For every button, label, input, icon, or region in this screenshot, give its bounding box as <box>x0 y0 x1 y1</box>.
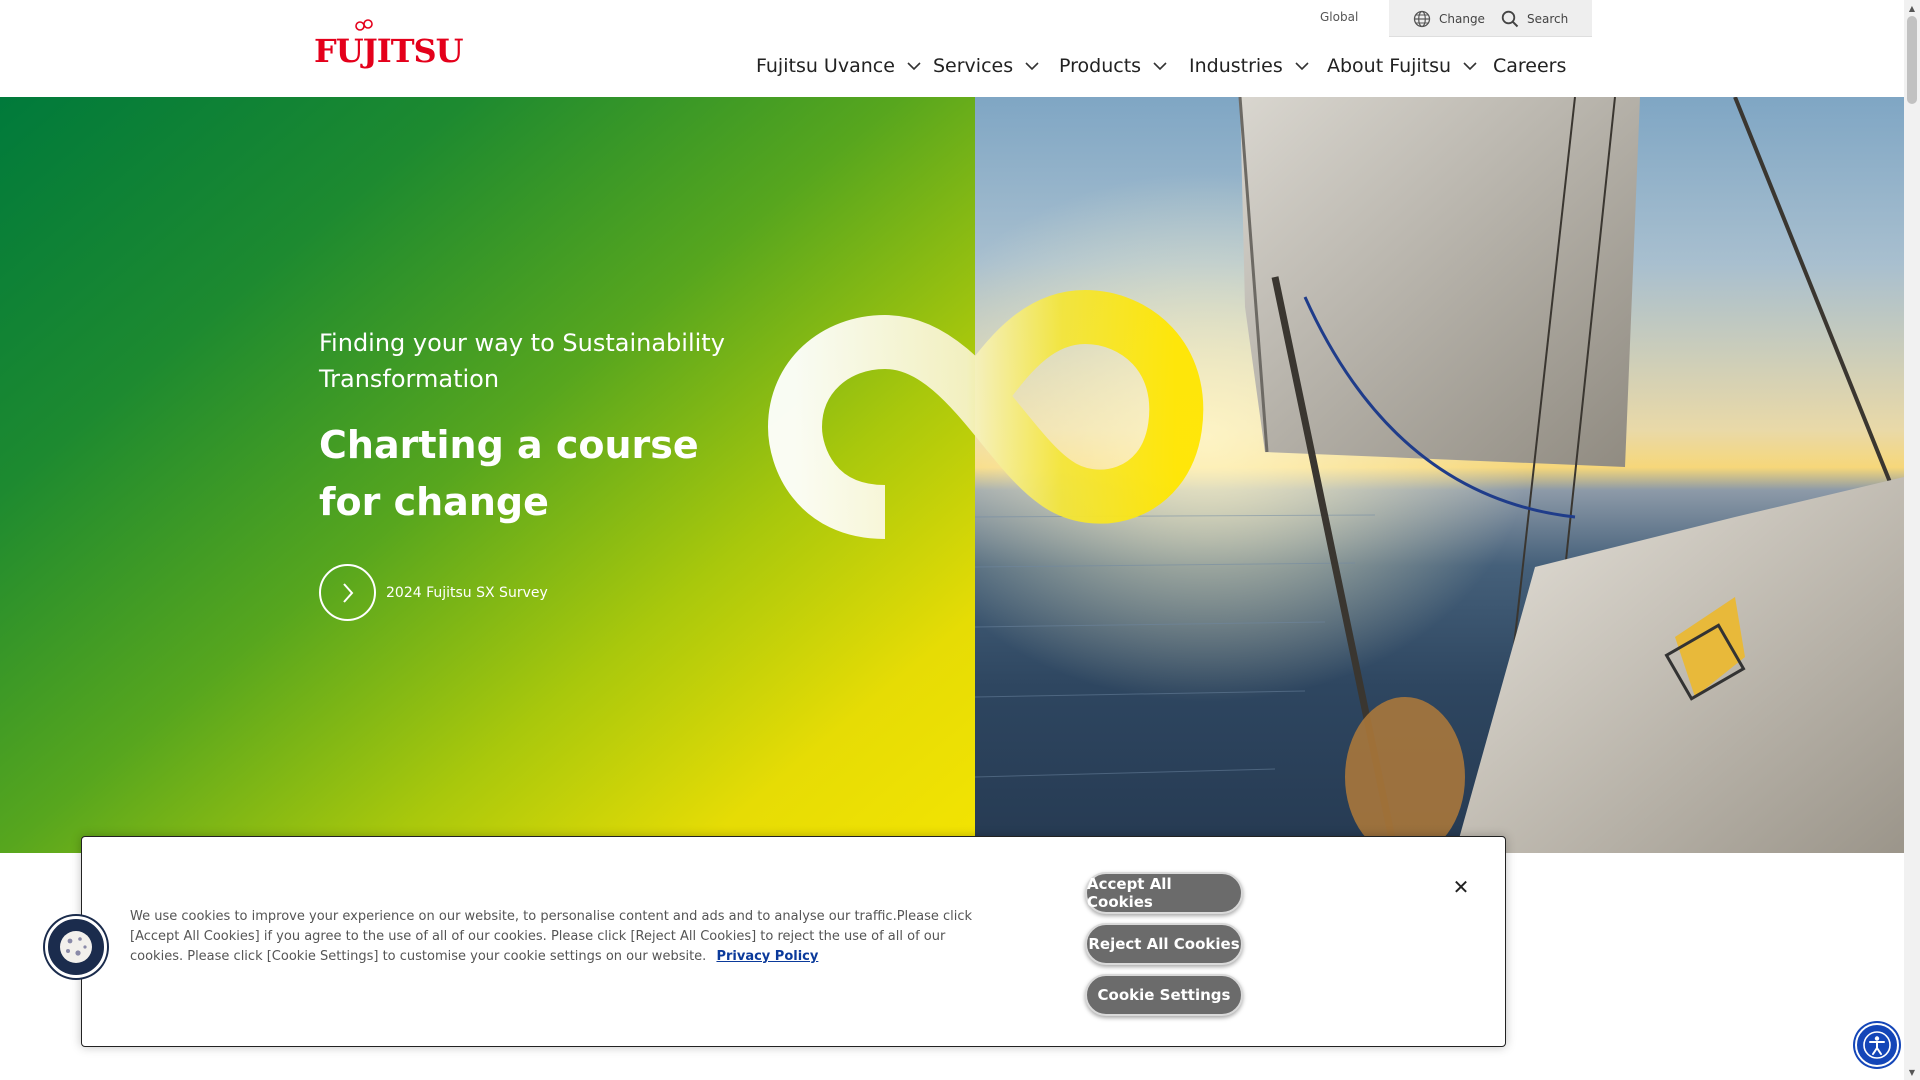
search-icon <box>1501 10 1519 28</box>
change-label: Change <box>1439 12 1485 26</box>
nav-item-about-fujitsu[interactable]: About Fujitsu <box>1327 55 1477 77</box>
scroll-down-icon[interactable]: ▼ <box>1904 1064 1920 1080</box>
chevron-down-icon <box>1153 61 1167 70</box>
reject-all-cookies-button[interactable]: Reject All Cookies <box>1085 923 1243 965</box>
change-region-button[interactable]: Change <box>1413 10 1485 28</box>
page-scrollbar[interactable]: ▲ ▼ <box>1904 0 1920 1080</box>
chevron-down-icon <box>1463 61 1477 70</box>
search-button[interactable]: Search <box>1501 10 1568 28</box>
nav-item-industries[interactable]: Industries <box>1189 55 1309 77</box>
cookie-banner: We use cookies to improve your experienc… <box>81 836 1506 1047</box>
region-label: Global <box>1320 10 1359 24</box>
search-label: Search <box>1527 12 1569 26</box>
sx-survey-link[interactable]: 2024 Fujitsu SX Survey <box>319 564 548 621</box>
hero-headline: Charting a course for change <box>319 423 699 524</box>
accessibility-icon <box>1863 1031 1891 1059</box>
accessibility-button[interactable] <box>1855 1023 1899 1067</box>
utility-bar: Change Search <box>1389 0 1592 37</box>
nav-item-products[interactable]: Products <box>1059 55 1167 77</box>
chevron-down-icon <box>1025 61 1039 70</box>
cookie-notice-text: We use cookies to improve your experienc… <box>130 907 990 967</box>
scroll-up-icon[interactable]: ▲ <box>1904 0 1920 16</box>
chevron-down-icon <box>1295 61 1309 70</box>
logo-text: FUJITSU <box>314 32 464 70</box>
cookie-icon <box>60 931 92 963</box>
nav-item-label: About Fujitsu <box>1327 55 1452 77</box>
nav-item-label: Products <box>1059 55 1142 77</box>
cookie-settings-button[interactable]: Cookie Settings <box>1085 974 1243 1016</box>
cta-label: 2024 Fujitsu SX Survey <box>386 584 548 601</box>
cookie-message: We use cookies to improve your experienc… <box>130 909 973 964</box>
nav-item-label: Industries <box>1189 55 1283 77</box>
chevron-down-icon <box>907 61 921 70</box>
accept-all-cookies-button[interactable]: Accept All Cookies <box>1085 872 1243 914</box>
nav-item-label: Services <box>933 55 1014 77</box>
privacy-policy-link[interactable]: Privacy Policy <box>716 949 818 964</box>
logo-infinity-mark <box>355 19 373 31</box>
nav-item-services[interactable]: Services <box>933 55 1039 77</box>
hero-subtitle: Finding your way to Sustainability Trans… <box>319 329 725 393</box>
cta-circle <box>319 564 376 621</box>
cookie-preferences-button[interactable] <box>45 916 107 978</box>
scroll-thumb[interactable] <box>1907 16 1917 104</box>
site-header: FUJITSU Global Change Search Fujitsu Uva… <box>0 0 1904 97</box>
globe-icon <box>1413 10 1431 28</box>
nav-item-label: Careers <box>1493 55 1567 77</box>
hero-banner: Finding your way to Sustainability Trans… <box>0 97 1904 853</box>
nav-item-fujitsu-uvance[interactable]: Fujitsu Uvance <box>756 55 921 77</box>
fujitsu-logo[interactable]: FUJITSU <box>314 18 464 72</box>
infinity-graphic <box>767 289 1204 539</box>
chevron-right-icon <box>342 582 353 603</box>
nav-item-label: Fujitsu Uvance <box>756 55 895 77</box>
close-icon[interactable]: ✕ <box>1451 875 1471 899</box>
nav-item-careers[interactable]: Careers <box>1493 55 1566 77</box>
